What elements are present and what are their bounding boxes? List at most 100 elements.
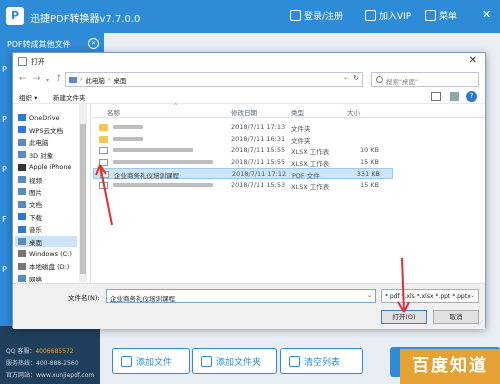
join-vip-link[interactable]: 加入VIP (365, 9, 411, 22)
file-row[interactable]: 企业商务礼仪培训课程 2018/7/11 17:12 PDF 文件 331 KB (93, 168, 393, 180)
nav-item-label: 网络 (29, 275, 42, 282)
file-type-filter[interactable]: *.pdf *.xls *.xlsx *.ppt *.pptx ⌄ (381, 289, 479, 303)
nav-scrollbar-thumb[interactable] (80, 124, 86, 274)
nav-item[interactable]: Apple iPhone (18, 162, 72, 173)
view-options-icon[interactable] (431, 92, 441, 101)
qq-support-line: QQ 客服：4006685572 (6, 348, 74, 355)
column-header: ^ 名称 修改日期 类型 大小 (93, 103, 485, 118)
file-date: 2018/7/11 15:55 (231, 157, 286, 166)
nav-scrollbar[interactable] (79, 104, 87, 282)
file-row[interactable]: 2018/7/11 16:31 文件夹 (93, 134, 393, 145)
resize-grip-icon[interactable]: ⋰ (477, 320, 483, 327)
vip-icon (365, 10, 376, 21)
nav-item[interactable]: WPS云文档 (18, 124, 63, 135)
login-register-link[interactable]: 登录/注册 (290, 9, 343, 22)
nav-item[interactable]: Windows (C:) (18, 248, 72, 259)
nav-item[interactable]: 视频 (18, 174, 42, 185)
dialog-close-icon[interactable]: ✕ (469, 55, 477, 66)
join-vip-label: 加入VIP (379, 12, 412, 22)
nav-item-icon (18, 250, 26, 258)
column-date[interactable]: 修改日期 (231, 107, 257, 117)
tab-close-icon[interactable]: ✕ (88, 38, 99, 49)
menu-icon (425, 10, 436, 21)
website-line[interactable]: 官方网站：www.xunjiepdf.com (6, 370, 94, 379)
add-folder-label: 添加文件夹 (216, 357, 262, 368)
file-date: 2018/7/11 15:53 (231, 180, 286, 189)
left-category-item[interactable]: F (2, 215, 7, 224)
column-type[interactable]: 类型 (291, 107, 304, 117)
nav-item[interactable]: 下载 (18, 211, 42, 222)
clear-list-label: 清空列表 (304, 357, 341, 368)
up-arrow-icon[interactable]: ↑ (55, 74, 63, 84)
menu-button[interactable]: 菜单 (425, 9, 457, 22)
open-button[interactable]: 打开(O) (381, 310, 427, 324)
address-bar[interactable]: › 此电脑 › 桌面 ⌄ ↻ (65, 72, 363, 87)
nav-item[interactable]: 此电脑 (18, 137, 49, 148)
nav-item[interactable]: 网络 (18, 273, 42, 282)
nav-item-label: 图片 (29, 188, 42, 197)
sort-caret-icon: ^ (173, 103, 179, 110)
back-arrow-icon[interactable]: ← (19, 74, 27, 84)
preview-pane-icon[interactable] (450, 92, 459, 101)
left-category-item[interactable]: P (2, 65, 7, 74)
nav-item[interactable]: 音乐 (18, 224, 42, 235)
column-name[interactable]: 名称 (107, 107, 120, 117)
column-size[interactable]: 大小 (347, 107, 360, 117)
left-category-strip: P P P F P (0, 55, 12, 340)
nav-item-label: 视频 (29, 176, 42, 185)
list-scrollbar[interactable] (477, 118, 485, 282)
dialog-titlebar[interactable]: 打开 ✕ (13, 53, 485, 70)
new-folder-button[interactable]: 新建文件夹 (53, 92, 86, 102)
organize-button[interactable]: 组织 ▾ (19, 92, 37, 102)
file-date: 2018/7/11 16:31 (231, 134, 286, 143)
left-category-item[interactable]: P (2, 115, 7, 124)
nav-item[interactable]: 图片 (18, 186, 42, 197)
app-titlebar: P 迅捷PDF转换器v7.7.0.0 登录/注册 加入VIP 菜单 ✕ (0, 0, 500, 33)
nav-item[interactable]: 本地磁盘 (D:) (18, 261, 69, 272)
qq-number[interactable]: 4006685572 (35, 348, 73, 355)
hotline-line: 服务热线：400-888-2560 (6, 360, 79, 367)
file-size: 331 KB (356, 170, 380, 178)
refresh-icon[interactable]: ↻ (353, 74, 359, 82)
filter-dropdown-icon[interactable]: ⌄ (470, 292, 475, 299)
add-folder-button[interactable]: 添加文件夹 (192, 348, 277, 374)
left-category-item[interactable]: P (2, 265, 7, 274)
add-file-button[interactable]: 添加文件 (112, 348, 190, 374)
nav-item[interactable]: OneDrive (18, 112, 60, 123)
breadcrumb-this-pc[interactable]: 此电脑 (85, 75, 105, 85)
nav-item-icon (18, 275, 26, 282)
file-row[interactable]: 2018/7/11 15:55 XLSX 工作表 10 KB (93, 145, 393, 156)
file-type-filter-value: *.pdf *.xls *.xlsx *.ppt *.pptx (385, 293, 471, 300)
file-type: 文件夹 (291, 136, 311, 145)
nav-item-label: WPS云文档 (29, 126, 63, 135)
file-type: PDF 文件 (292, 172, 320, 180)
filename-input[interactable]: 企业商务礼仪培训课程 ⌄ (106, 289, 376, 303)
file-list: ^ 名称 修改日期 类型 大小 2018/7/11 17:13 文件夹 2018/7… (93, 103, 485, 282)
filename-label: 文件名(N): (68, 294, 100, 302)
breadcrumb-desktop[interactable]: 桌面 (113, 75, 126, 85)
recent-locations-icon[interactable]: ▾ (46, 77, 49, 84)
left-category-item[interactable]: P (2, 165, 7, 174)
window-close-icon[interactable]: ✕ (482, 8, 491, 21)
help-icon[interactable]: ? (466, 91, 477, 102)
file-row[interactable]: 2018/7/11 15:53 XLSX 工作表 15 KB (93, 180, 393, 191)
file-row[interactable]: 2018/7/11 15:55 XLSX 工作表 15 KB (93, 157, 393, 168)
forward-arrow-icon[interactable]: → (33, 74, 41, 84)
file-row[interactable]: 2018/7/11 17:13 文件夹 (93, 122, 393, 133)
watermark-logo: 百度知道 (400, 349, 500, 384)
nav-item[interactable]: 文档 (18, 199, 42, 210)
nav-item[interactable]: 3D 对象 (18, 149, 53, 160)
search-input[interactable]: 搜索"桌面" (371, 72, 479, 87)
file-name: 企业商务礼仪培训课程 (114, 172, 179, 180)
filename-value: 企业商务礼仪培训课程 (110, 295, 175, 303)
tab-pdf-to-other-label: PDF转成其他文件 (7, 40, 71, 49)
address-row: ← → ▾ ↑ › 此电脑 › 桌面 ⌄ ↻ 搜索"桌面" (13, 70, 485, 90)
filename-dropdown-icon[interactable]: ⌄ (367, 292, 372, 299)
contact-info-panel: QQ 客服：4006685572 服务热线：400-888-2560 官方网站：… (0, 326, 100, 384)
nav-item[interactable]: 桌面 (15, 236, 77, 247)
clear-list-button[interactable]: 清空列表 (280, 348, 363, 374)
cancel-button[interactable]: 取消 (433, 310, 479, 324)
file-date: 2018/7/11 15:55 (231, 146, 286, 154)
address-dropdown-icon[interactable]: ⌄ (343, 74, 348, 81)
hotline-number: 400-888-2560 (36, 360, 79, 367)
